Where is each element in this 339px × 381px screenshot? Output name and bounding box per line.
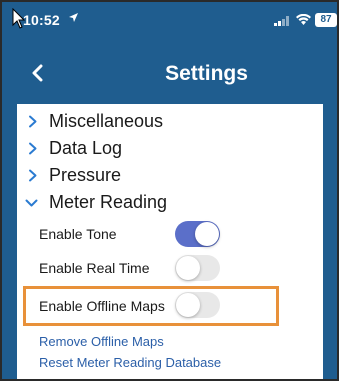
section-label: Meter Reading	[49, 192, 168, 212]
section-pressure[interactable]: Pressure	[17, 162, 323, 188]
location-arrow-icon	[69, 13, 78, 22]
toggle-knob	[176, 256, 200, 280]
section-label: Miscellaneous	[49, 111, 164, 131]
setting-enable-real-time: Enable Real Time	[17, 252, 323, 282]
chevron-right-icon	[29, 142, 37, 155]
toggle-knob	[195, 222, 219, 246]
setting-enable-offline-maps: Enable Offline Maps	[17, 290, 323, 320]
chevron-down-icon	[25, 199, 38, 207]
section-miscellaneous[interactable]: Miscellaneous	[17, 108, 323, 134]
enable-offline-maps-toggle[interactable]	[175, 292, 220, 318]
page-title: Settings	[165, 62, 248, 85]
section-label: Pressure	[49, 165, 122, 185]
toggle-knob	[176, 293, 200, 317]
status-time: 10:52	[23, 12, 60, 28]
setting-label: Enable Real Time	[39, 260, 150, 276]
settings-list: Miscellaneous Data Log Pressure Meter Re…	[17, 104, 323, 379]
setting-enable-tone: Enable Tone	[17, 218, 323, 248]
setting-label: Enable Tone	[39, 226, 117, 242]
wifi-icon	[296, 14, 311, 25]
status-bar: 10:52 87	[2, 2, 337, 40]
reset-database-link[interactable]: Reset Meter Reading Database	[39, 355, 221, 370]
section-label: Data Log	[49, 138, 123, 158]
cellular-signal-icon	[274, 16, 289, 26]
section-data-log[interactable]: Data Log	[17, 135, 323, 161]
section-meter-reading[interactable]: Meter Reading	[17, 189, 323, 215]
remove-offline-maps-link[interactable]: Remove Offline Maps	[39, 334, 164, 349]
battery-indicator: 87	[315, 13, 337, 27]
setting-label: Enable Offline Maps	[39, 298, 165, 314]
nav-bar: Settings	[2, 40, 337, 104]
chevron-right-icon	[29, 169, 37, 182]
enable-real-time-toggle[interactable]	[175, 255, 220, 281]
enable-tone-toggle[interactable]	[175, 221, 220, 247]
phone-screen: 10:52 87 Settings Miscellaneous Data Log…	[0, 0, 339, 381]
chevron-right-icon	[29, 115, 37, 128]
